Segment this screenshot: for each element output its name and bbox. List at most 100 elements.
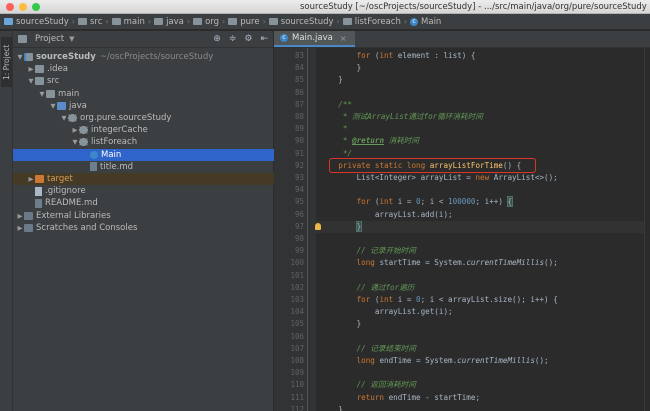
tree-item[interactable]: ▼ java [13, 100, 274, 112]
line-number: 99 [294, 246, 304, 256]
breadcrumb-label: pure [240, 16, 260, 27]
line-number: 107 [290, 343, 304, 353]
gear-icon[interactable]: ⚙ [244, 34, 252, 44]
tree-item[interactable]: ▶ Scratches and Consoles [13, 222, 274, 234]
breadcrumb-item[interactable]: listForeach [342, 17, 401, 27]
line-number: 112 [290, 404, 304, 411]
code-token: /** [320, 99, 353, 109]
line-number: 109 [290, 368, 304, 378]
code-token: int [379, 197, 394, 207]
code-line: long startTime = System.currentTimeMilli… [320, 257, 558, 269]
chevron-right-icon[interactable]: ▶ [27, 65, 35, 73]
breadcrumb-item[interactable]: pure [228, 16, 260, 27]
project-tool-tab[interactable]: 1: Project [1, 37, 12, 87]
tree-item-label: title.md [100, 161, 133, 172]
code-line: // 返回消耗时间 [320, 379, 416, 391]
tree-item-label: listForeach [91, 137, 138, 148]
code-token: ArrayList<>(); [493, 173, 558, 182]
hide-panel-icon[interactable]: ⇤ [260, 34, 268, 44]
code-line: arrayList.add(i); [320, 209, 453, 221]
breadcrumb-label: sourceStudy [16, 16, 69, 27]
chevron-down-icon[interactable]: ▼ [38, 90, 46, 98]
code-token: ; i < [420, 197, 449, 207]
lightbulb-icon[interactable] [315, 222, 321, 230]
tree-item[interactable]: title.md [13, 161, 274, 173]
code-token: currentTimeMillis [457, 356, 535, 365]
code-token: int [379, 295, 394, 304]
tab-main-java[interactable]: c Main.java × [274, 31, 355, 47]
chevron-down-icon[interactable]: ▼ [27, 77, 35, 85]
chevron-down-icon[interactable]: ▼ [71, 138, 79, 146]
chevron-right-icon[interactable]: ▶ [71, 126, 79, 134]
code-token: // 记录开始时间 [356, 246, 416, 256]
tree-item-label: sourceStudy [36, 52, 96, 62]
window-titlebar: sourceStudy [~/oscProjects/sourceStudy] … [0, 0, 650, 14]
line-number: 94 [294, 185, 304, 195]
code-line: // 记录结束时间 [320, 343, 416, 355]
locate-icon[interactable]: ⊕ [213, 34, 221, 44]
chevron-right-icon[interactable]: ▶ [27, 175, 35, 183]
breadcrumb-item[interactable]: sourceStudy [4, 17, 69, 27]
collapse-all-icon[interactable]: ≑ [229, 34, 237, 44]
close-icon[interactable]: × [340, 34, 347, 43]
tree-item[interactable]: ▶ integerCache [13, 124, 274, 136]
class-icon [90, 150, 98, 159]
tree-item[interactable]: ▼ org.pure.sourceStudy [13, 112, 274, 124]
tree-item[interactable]: ▶ External Libraries [13, 210, 274, 222]
chevron-right-icon[interactable]: ▶ [16, 224, 24, 232]
code-token: arrayList.add(i); [320, 209, 453, 219]
breadcrumb-item[interactable]: main [111, 17, 145, 27]
tree-item[interactable]: ▼ listForeach [13, 136, 274, 148]
breadcrumb-item[interactable]: sourceStudy [268, 17, 334, 27]
chevron-down-icon[interactable]: ▼ [60, 114, 68, 122]
chevron-down-icon[interactable]: ▼ [16, 53, 24, 61]
window-controls [6, 3, 40, 11]
source-folder-icon [57, 101, 66, 110]
code-token: element : list) { [393, 51, 476, 60]
close-window-button[interactable] [6, 3, 14, 11]
breadcrumb-label: java [166, 16, 184, 27]
line-number-gutter: 83 84 85 86 87 88 89 90 91 92 93 94 95 96 97 98 99 100 101… [274, 48, 308, 411]
tree-item[interactable]: ▼ src [13, 75, 274, 87]
minimize-window-button[interactable] [19, 3, 27, 11]
breadcrumb-item[interactable]: java [154, 17, 184, 27]
breadcrumb-label: org [205, 16, 220, 27]
line-number: 95 [294, 197, 304, 207]
tree-item[interactable]: ▶ target [13, 173, 274, 185]
window-title: sourceStudy [~/oscProjects/sourceStudy] … [300, 2, 647, 12]
chevron-down-icon[interactable]: ▼ [69, 35, 74, 43]
breadcrumb-item[interactable]: c Main [410, 17, 441, 27]
breadcrumb-separator: › [105, 17, 109, 26]
code-token: currentTimeMillis [466, 258, 545, 268]
code-line: for (int i = 0; i < 100000; i++) { [320, 196, 513, 208]
line-number: 90 [294, 136, 304, 146]
file-icon [35, 186, 42, 196]
chevron-down-icon[interactable]: ▼ [49, 102, 57, 110]
tree-item[interactable]: .gitignore [13, 185, 274, 197]
folder-icon [154, 18, 164, 25]
line-number: 84 [294, 63, 304, 73]
tree-item[interactable]: ▶ .idea [13, 63, 274, 75]
tree-item[interactable]: ▼ sourceStudy ~/oscProjects/sourceStudy [13, 51, 274, 63]
editor-scrollbar[interactable] [644, 48, 650, 411]
tree-item[interactable]: Main [13, 148, 274, 161]
zoom-window-button[interactable] [32, 3, 40, 11]
code-token: i = [393, 197, 417, 207]
code-editor[interactable]: for (int element : list) { } } /** * 测试A… [315, 48, 650, 411]
tree-item-label: .idea [47, 64, 68, 75]
tree-item[interactable]: README.md [13, 197, 274, 209]
code-token: (); [534, 356, 549, 365]
excluded-folder-icon [35, 175, 44, 183]
project-view-selector[interactable]: Project [35, 34, 64, 44]
line-number: 102 [290, 282, 304, 292]
code-token: long [356, 356, 375, 365]
breadcrumb-item[interactable]: src [77, 17, 102, 27]
line-number: 87 [294, 99, 304, 109]
tree-item[interactable]: ▼ main [13, 88, 274, 100]
breadcrumb-item[interactable]: org [193, 17, 219, 27]
chevron-right-icon[interactable]: ▶ [16, 212, 24, 220]
package-icon [79, 126, 88, 135]
line-number: 83 [294, 51, 304, 60]
